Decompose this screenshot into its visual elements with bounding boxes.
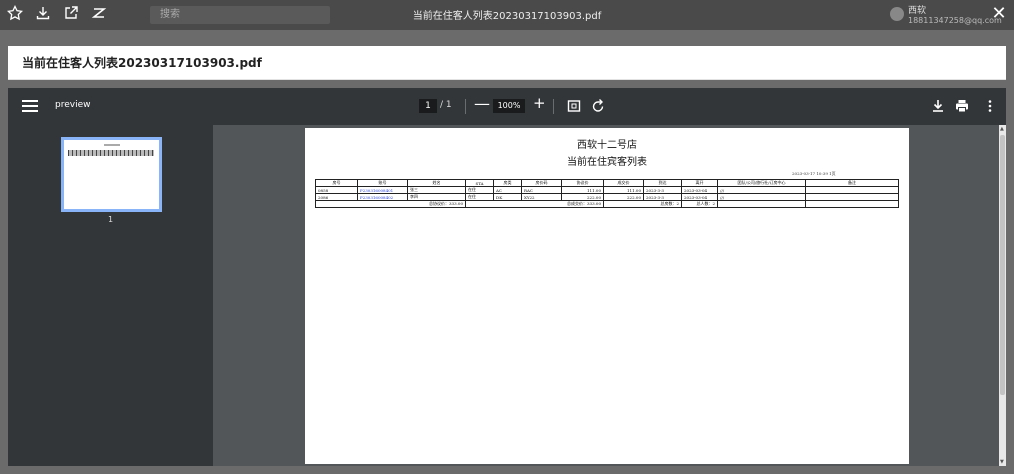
dialog-header: 当前在住客人列表20230317103903.pdf xyxy=(8,46,1006,80)
user-name: 西软 xyxy=(908,6,927,16)
print-time: 2023-03-17 10:39 1页 xyxy=(792,171,836,176)
print-icon[interactable] xyxy=(954,98,970,114)
cell-agreed-price: 111.00 xyxy=(561,186,604,194)
star-icon[interactable] xyxy=(6,4,24,22)
table-row: 0858 P230316008401 张三 在住 AC RAC 111.00 1… xyxy=(315,186,899,194)
cell-group: /// xyxy=(717,186,806,194)
guest-table: 房号 账号 姓名 STA 房类 房价码 协议价 成交价 到达 离开 团队/公司/… xyxy=(315,179,899,208)
cell-agreed-price: 222.00 xyxy=(561,193,604,201)
close-button[interactable]: ✕ xyxy=(990,4,1008,24)
page-total: / 1 xyxy=(440,100,452,110)
cell-status: 在住 xyxy=(465,193,494,201)
user-detail: 18811347258@qq.com xyxy=(908,16,1002,25)
cell-deal-price: 111.00 xyxy=(603,186,644,194)
open-external-icon[interactable] xyxy=(62,4,80,22)
scroll-up-icon[interactable]: ▲ xyxy=(1000,126,1005,132)
cell-deal-price: 222.00 xyxy=(603,193,644,201)
preview-label: preview xyxy=(55,100,91,110)
zoom-out-button[interactable]: — xyxy=(474,94,490,113)
more-options-icon[interactable] xyxy=(982,98,998,114)
col-arrival: 到达 xyxy=(643,179,682,187)
pdf-page: 西软十二号店 当前在住宾客列表 2023-03-17 10:39 1页 房号 账… xyxy=(305,128,909,464)
viewer-scrollbar[interactable]: ▲ ▼ xyxy=(999,125,1006,466)
cell-account-link[interactable]: P230316008401 xyxy=(357,186,408,194)
col-departure: 离开 xyxy=(681,179,718,187)
cell-room: 0858 xyxy=(315,186,358,194)
thumbnail-title-line xyxy=(104,144,120,146)
divider xyxy=(553,99,554,114)
cell-arrival: 2023-3-3 xyxy=(643,186,682,194)
thumbnail-table xyxy=(68,150,154,156)
cell-group: /// xyxy=(717,193,806,201)
total-rooms: 总房数：2 xyxy=(603,200,682,208)
browser-search-input[interactable]: 搜索 xyxy=(150,6,330,24)
table-header-row: 房号 账号 姓名 STA 房类 房价码 协议价 成交价 到达 离开 团队/公司/… xyxy=(315,179,899,187)
collapse-icon[interactable] xyxy=(90,4,108,22)
cell-remark xyxy=(805,186,899,194)
browser-toolbar: 搜索 当前在住客人列表20230317103903.pdf 西软 1881134… xyxy=(0,0,1014,30)
rotate-icon[interactable] xyxy=(590,98,606,114)
cell-room-type: DK xyxy=(493,193,522,201)
col-group: 团队/公司/旅行社/订房中心 xyxy=(717,179,806,187)
scroll-down-icon[interactable]: ▼ xyxy=(1000,459,1005,465)
cell-name: 张三 xyxy=(407,186,466,194)
hotel-name: 西软十二号店 xyxy=(577,140,637,151)
total-deal: 总成交价：333.00 xyxy=(465,200,604,208)
cell-departure: 2023-03-04 xyxy=(681,193,718,201)
download-icon[interactable] xyxy=(34,4,52,22)
col-deal-price: 成交价 xyxy=(603,179,644,187)
menu-icon[interactable] xyxy=(22,98,38,114)
cell-remark xyxy=(805,193,899,201)
summary-empty xyxy=(717,200,806,208)
zoom-input[interactable]: 100% xyxy=(493,99,525,113)
pdf-viewer: 西软十二号店 当前在住宾客列表 2023-03-17 10:39 1页 房号 账… xyxy=(213,125,999,466)
cell-room-type: AC xyxy=(493,186,522,194)
thumbnail-page-number: 1 xyxy=(107,215,114,224)
summary-row: 总协议价：333.00 总成交价：333.00 总房数：2 总人数：2 xyxy=(315,200,899,208)
zoom-in-button[interactable]: + xyxy=(533,94,546,112)
user-info[interactable]: 西软 18811347258@qq.com xyxy=(890,3,1002,25)
summary-empty xyxy=(805,200,899,208)
cell-departure: 2023-03-04 xyxy=(681,186,718,194)
browser-actions xyxy=(6,4,108,22)
fit-page-icon[interactable] xyxy=(566,98,582,114)
avatar xyxy=(890,7,904,21)
cell-name: 李四 xyxy=(407,193,466,201)
col-room-type: 房类 xyxy=(493,179,522,187)
cell-account-link[interactable]: P230316008402 xyxy=(357,193,408,201)
col-status: STA xyxy=(465,179,494,187)
col-room: 房号 xyxy=(315,179,358,187)
thumbnail-sidebar: 1 xyxy=(8,125,213,466)
col-name: 姓名 xyxy=(407,179,466,187)
cell-status: 在住 xyxy=(465,186,494,194)
download-icon[interactable] xyxy=(930,98,946,114)
cell-arrival: 2023-3-3 xyxy=(643,193,682,201)
table-row: 2086 P230316008402 李四 在住 DK XY22 222.00 … xyxy=(315,193,899,201)
dialog-title: 当前在住客人列表20230317103903.pdf xyxy=(22,56,262,70)
cell-room: 2086 xyxy=(315,193,358,201)
total-people: 总人数：2 xyxy=(681,200,718,208)
col-agreed-price: 协议价 xyxy=(561,179,604,187)
pdf-toolbar: preview 1 / 1 — 100% + xyxy=(8,88,1006,125)
scroll-thumb[interactable] xyxy=(1000,135,1005,395)
report-title: 当前在住宾客列表 xyxy=(567,157,647,168)
page-thumbnail[interactable] xyxy=(61,137,162,212)
divider xyxy=(465,99,466,114)
page-number-input[interactable]: 1 xyxy=(419,99,437,113)
col-remark: 备注 xyxy=(805,179,899,187)
total-agreed: 总协议价：333.00 xyxy=(315,200,466,208)
col-account: 账号 xyxy=(357,179,408,187)
col-rate-code: 房价码 xyxy=(521,179,562,187)
cell-rate-code: RAC xyxy=(521,186,562,194)
cell-rate-code: XY22 xyxy=(521,193,562,201)
